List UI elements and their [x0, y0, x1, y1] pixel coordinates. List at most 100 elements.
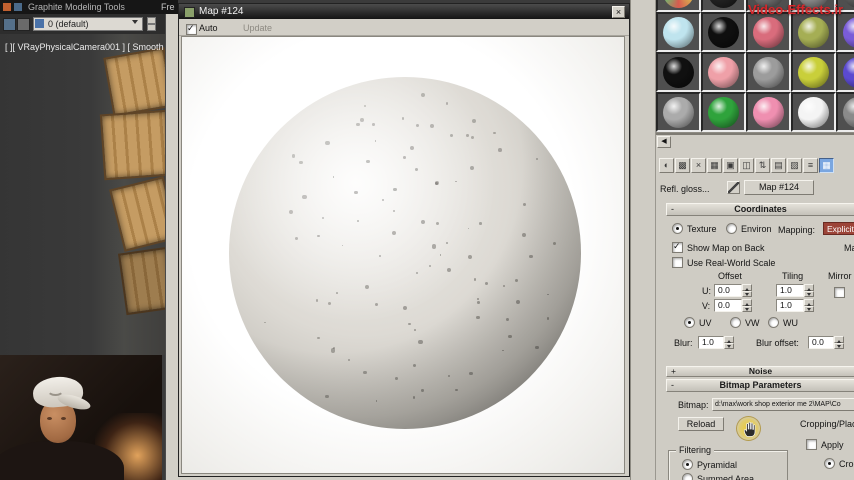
tab-freeform[interactable]: Fre — [161, 0, 175, 14]
select-icon[interactable] — [3, 18, 16, 31]
material-slot[interactable] — [701, 52, 746, 92]
u-offset-spinner[interactable] — [742, 284, 752, 297]
u-tiling-field[interactable]: 1.0 — [776, 284, 804, 297]
texture-preview-sphere — [229, 77, 581, 429]
rollout-noise[interactable]: + Noise — [666, 366, 854, 377]
material-slot[interactable] — [836, 52, 854, 92]
cap-logo — [47, 384, 64, 396]
param-name-label: Refl. gloss... — [660, 184, 710, 194]
material-slot[interactable] — [746, 92, 791, 132]
cropping-placement-label: Cropping/Placement — [800, 419, 854, 429]
ui-gap-strip — [630, 0, 655, 480]
speckle — [514, 278, 519, 283]
v-tiling-spinner[interactable] — [804, 299, 814, 312]
speckle — [428, 264, 431, 267]
material-slot[interactable] — [746, 52, 791, 92]
screen: Graphite Modeling Tools Fre 0 (default) … — [0, 0, 854, 480]
u-tiling-spinner[interactable] — [804, 284, 814, 297]
speckle — [360, 118, 364, 122]
material-sphere — [663, 57, 694, 88]
close-icon[interactable]: × — [612, 6, 625, 18]
material-slot[interactable] — [836, 12, 854, 52]
make-preview-icon[interactable]: ▤ — [771, 158, 786, 173]
v-offset-field[interactable]: 0.0 — [714, 299, 742, 312]
material-slot[interactable] — [791, 52, 836, 92]
speckle — [415, 272, 418, 275]
bitmap-path-button[interactable]: d:\max\work shop exterior me 2\MAP\Co — [712, 398, 854, 411]
summed-area-radio[interactable] — [682, 473, 693, 480]
move-icon[interactable] — [17, 18, 30, 31]
speckle — [435, 221, 440, 226]
mirror-column-header: Mirror — [828, 271, 852, 281]
material-slot[interactable] — [701, 12, 746, 52]
auto-label: Auto — [199, 23, 218, 33]
speckle — [412, 396, 416, 399]
named-selection-dropdown[interactable]: 0 (default) — [33, 17, 143, 31]
material-slot[interactable] — [656, 12, 701, 52]
update-button[interactable]: Update — [243, 23, 272, 33]
v-tiling-field[interactable]: 1.0 — [776, 299, 804, 312]
show-map-on-back-checkbox[interactable] — [672, 241, 683, 253]
blur-offset-spinner[interactable] — [834, 336, 844, 349]
material-slot[interactable] — [836, 92, 854, 132]
material-slot[interactable] — [656, 52, 701, 92]
u-offset-field[interactable]: 0.0 — [714, 284, 742, 297]
blur-spinner[interactable] — [724, 336, 734, 349]
material-slot[interactable] — [656, 0, 701, 12]
spin-up-icon[interactable] — [147, 17, 156, 24]
blur-offset-field[interactable]: 0.0 — [808, 336, 834, 349]
sample-uv-tiling-icon[interactable]: ▨ — [787, 158, 802, 173]
texture-radio[interactable] — [672, 223, 683, 234]
material-slot[interactable] — [746, 12, 791, 52]
speckle — [341, 244, 344, 247]
speckle — [333, 346, 336, 349]
auto-checkbox[interactable] — [186, 23, 197, 35]
v-offset-spinner[interactable] — [742, 299, 752, 312]
wu-radio[interactable] — [768, 317, 779, 328]
select-by-material-icon[interactable]: ◫ — [739, 158, 754, 173]
material-navigator-icon[interactable]: ⇅ — [755, 158, 770, 173]
viewport[interactable] — [0, 34, 165, 355]
dropdown-arrow-icon[interactable] — [132, 20, 138, 27]
reload-button[interactable]: Reload — [678, 417, 724, 431]
material-sphere — [708, 0, 739, 8]
rollout-bitmap-parameters[interactable]: - Bitmap Parameters — [666, 379, 854, 392]
use-real-world-scale-checkbox[interactable] — [672, 257, 683, 268]
options-icon[interactable]: ▣ — [723, 158, 738, 173]
material-sphere — [753, 57, 784, 88]
collapse-icon: - — [671, 204, 674, 214]
window-titlebar[interactable]: Map #124 × — [179, 4, 629, 19]
slot-scroll-left-button[interactable]: ◀ — [657, 136, 671, 148]
speckle — [546, 317, 550, 320]
u-mirror-checkbox[interactable] — [834, 287, 845, 298]
apply-checkbox[interactable] — [806, 439, 817, 450]
pyramidal-radio[interactable] — [682, 459, 693, 470]
mapping-dropdown[interactable]: Explicit Map Channel — [823, 222, 854, 235]
material-slot[interactable] — [791, 92, 836, 132]
map-selector-button[interactable]: Map #124 — [744, 180, 814, 195]
spin-down-icon[interactable] — [147, 24, 156, 31]
material-menu-icon[interactable]: ≡ — [803, 158, 818, 173]
pick-map-icon[interactable] — [727, 181, 740, 194]
speckle — [409, 145, 414, 150]
speckle — [421, 220, 426, 225]
speckle — [448, 374, 451, 377]
background-icon[interactable]: ▦ — [707, 158, 722, 173]
sample-type-icon[interactable]: ◐ — [659, 158, 674, 173]
crop-radio[interactable] — [824, 458, 835, 469]
backlight-icon[interactable]: ▩ — [675, 158, 690, 173]
delete-map-icon[interactable]: × — [691, 158, 706, 173]
environ-radio[interactable] — [726, 223, 737, 234]
show-map-in-viewport-icon[interactable]: ▦ — [819, 158, 834, 173]
blur-field[interactable]: 1.0 — [698, 336, 724, 349]
material-slot[interactable] — [701, 0, 746, 12]
rollout-coordinates[interactable]: - Coordinates — [666, 203, 854, 216]
vw-radio[interactable] — [730, 317, 741, 328]
material-slot[interactable] — [701, 92, 746, 132]
viewport-label[interactable]: [ ][ VRayPhysicalCamera001 ] [ Smooth — [5, 42, 177, 52]
material-slot[interactable] — [656, 92, 701, 132]
material-slot[interactable] — [791, 12, 836, 52]
uv-radio[interactable] — [684, 317, 695, 328]
speckle — [465, 134, 469, 137]
graphite-title: Graphite Modeling Tools — [28, 2, 125, 12]
